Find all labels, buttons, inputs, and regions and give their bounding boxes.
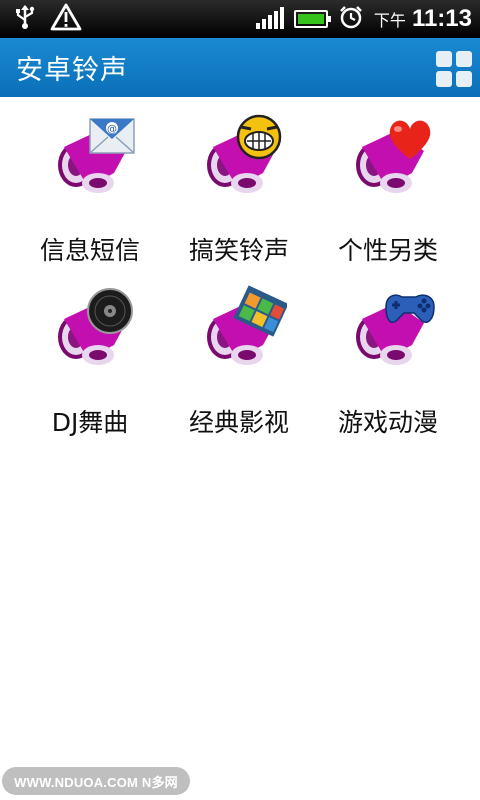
battery-fill <box>297 14 324 24</box>
gamepad-speaker-icon <box>356 294 435 365</box>
title-bar: 安卓铃声 <box>0 38 480 97</box>
laughing-face-speaker-icon <box>207 114 282 193</box>
category-label: 经典影视 <box>188 408 289 437</box>
category-item-messages[interactable]: @ 信息短信 <box>10 97 170 272</box>
status-ampm: 下午 <box>373 11 406 30</box>
signal-icon <box>255 7 284 29</box>
mail-speaker-icon: @ <box>58 118 135 193</box>
category-label: 信息短信 <box>39 236 140 265</box>
warning-icon <box>50 3 82 35</box>
usb-icon <box>14 4 36 34</box>
category-label: DJ舞曲 <box>51 408 129 437</box>
category-item-personality[interactable]: 个性另类 <box>308 97 468 272</box>
grid-icon[interactable] <box>436 51 472 87</box>
page-title: 安卓铃声 <box>16 55 128 86</box>
status-bar: 下午 11:13 <box>0 0 480 38</box>
alarm-icon <box>338 4 364 34</box>
record-speaker-icon <box>58 288 133 365</box>
category-item-funny[interactable]: 搞笑铃声 <box>159 97 319 272</box>
category-item-film[interactable]: 经典影视 <box>159 269 319 444</box>
film-speaker-icon <box>207 285 287 365</box>
heart-speaker-icon <box>356 120 431 193</box>
category-item-games[interactable]: 游戏动漫 <box>308 269 468 444</box>
battery-icon <box>293 10 331 28</box>
category-label: 个性另类 <box>337 236 438 265</box>
category-item-dj[interactable]: DJ舞曲 <box>10 269 170 444</box>
svg-text:@: @ <box>107 124 117 135</box>
category-label: 游戏动漫 <box>337 408 438 437</box>
watermark: WWW.NDUOA.COM N多网 <box>2 767 190 795</box>
status-time: 11:13 <box>411 5 472 32</box>
category-label: 搞笑铃声 <box>188 236 289 265</box>
